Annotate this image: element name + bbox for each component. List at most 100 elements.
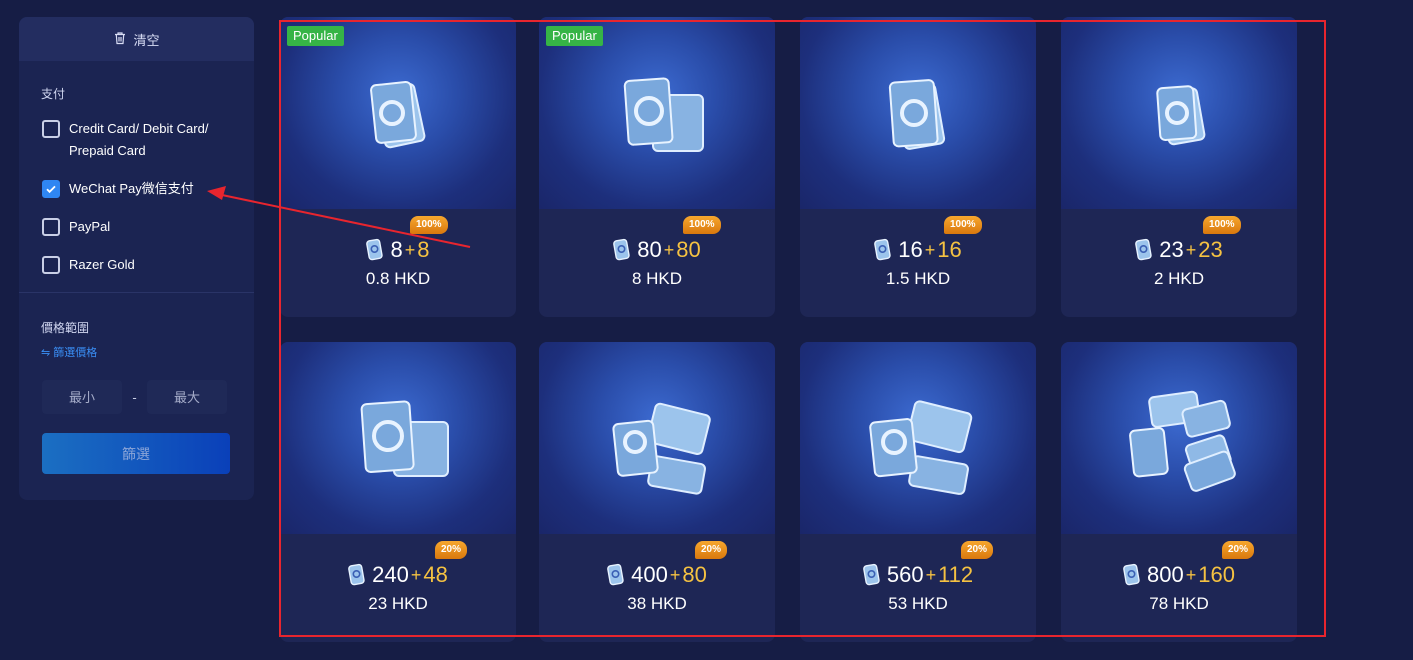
payment-option-label: PayPal: [69, 219, 111, 234]
bonus-amount: 23: [1198, 237, 1223, 262]
filter-sidebar: 清空 支付 Credit Card/ Debit Card/ Prepaid C…: [19, 17, 254, 500]
product-card[interactable]: 20% 800 +160 78 HKD: [1061, 342, 1297, 642]
card-pack-image: [869, 400, 973, 495]
card-currency-icon: [1123, 563, 1140, 586]
payment-option-label: WeChat Pay微信支付: [69, 181, 194, 196]
checkbox[interactable]: [42, 120, 60, 138]
base-amount: 23: [1159, 237, 1184, 262]
product-image: [800, 17, 1036, 209]
plus-sign: +: [404, 239, 416, 260]
checkbox[interactable]: [42, 256, 60, 274]
plus-sign: +: [924, 239, 936, 260]
card-currency-icon: [874, 238, 891, 261]
checkbox[interactable]: [42, 218, 60, 236]
bonus-amount: 80: [676, 237, 701, 262]
card-pack-image: [360, 400, 449, 477]
product-card[interactable]: Popular 100% 8 +8 0.8 HKD: [280, 17, 516, 317]
card-currency-icon: [613, 238, 630, 261]
product-card[interactable]: 100% 16 +16 1.5 HKD: [800, 17, 1036, 317]
popular-badge: Popular: [546, 26, 603, 46]
payment-option-card[interactable]: Credit Card/ Debit Card/ Prepaid Card: [42, 118, 254, 162]
divider: [19, 292, 254, 293]
base-amount: 80: [637, 237, 662, 262]
plus-sign: +: [663, 239, 675, 260]
product-card[interactable]: Popular 100% 80 +80 8 HKD: [539, 17, 775, 317]
product-price: 23 HKD: [368, 594, 428, 613]
base-amount: 16: [898, 237, 923, 262]
trash-icon: [113, 31, 127, 48]
amount-row: 240 +48: [280, 562, 516, 588]
min-price-input[interactable]: [42, 380, 122, 414]
product-image: [1061, 17, 1297, 209]
bonus-percent-tag: 20%: [435, 541, 468, 559]
card-pack-image: [1129, 390, 1236, 492]
payment-option-paypal[interactable]: PayPal: [42, 216, 254, 238]
payment-option-wechat[interactable]: WeChat Pay微信支付: [42, 178, 254, 200]
plus-sign: +: [1185, 239, 1197, 260]
card-pack-image: [612, 402, 711, 495]
base-amount: 800: [1147, 562, 1184, 587]
bonus-amount: 80: [682, 562, 707, 587]
payment-option-label: Credit Card/ Debit Card/ Prepaid Card: [69, 121, 209, 158]
card-currency-icon: [1135, 238, 1152, 261]
product-card[interactable]: 20% 560 +112 53 HKD: [800, 342, 1036, 642]
plus-sign: +: [1185, 564, 1197, 585]
product-price: 8 HKD: [631, 269, 683, 288]
bonus-amount: 160: [1198, 562, 1235, 587]
card-pack-image: [1156, 85, 1206, 146]
base-amount: 400: [631, 562, 668, 587]
base-amount: 560: [886, 562, 924, 587]
product-image: [539, 342, 775, 534]
bonus-amount: 16: [937, 237, 962, 262]
checkbox-checked[interactable]: [42, 180, 60, 198]
product-image: [800, 342, 1036, 534]
product-card[interactable]: 20% 240 +48 23 HKD: [280, 342, 516, 642]
plus-sign: +: [669, 564, 681, 585]
bonus-percent-tag: 100%: [944, 216, 982, 234]
card-currency-icon: [348, 563, 365, 586]
amount-row: 400 +80: [539, 562, 775, 588]
amount-row: 800 +160: [1061, 562, 1297, 588]
payment-section-title: 支付: [41, 87, 66, 101]
product-card[interactable]: 20% 400 +80 38 HKD: [539, 342, 775, 642]
bonus-percent-tag: 100%: [683, 216, 721, 234]
bonus-amount: 112: [938, 562, 974, 587]
amount-row: 80 +80: [539, 237, 775, 263]
product-image: [280, 342, 516, 534]
price-range-row: -: [42, 380, 254, 414]
plus-sign: +: [925, 564, 937, 585]
bonus-percent-tag: 100%: [1203, 216, 1241, 234]
plus-sign: +: [410, 564, 422, 585]
card-currency-icon: [366, 238, 384, 261]
amount-row: 23 +23: [1061, 237, 1297, 263]
product-image: [1061, 342, 1297, 534]
base-amount: 8: [390, 237, 403, 262]
filter-button[interactable]: 篩選: [42, 433, 230, 474]
bonus-amount: 8: [417, 237, 430, 262]
payment-option-razer[interactable]: Razer Gold: [42, 254, 254, 276]
checkmark-icon: [46, 185, 56, 194]
product-price: 0.8 HKD: [365, 269, 431, 288]
bonus-percent-tag: 100%: [410, 216, 448, 234]
amount-row: 16 +16: [800, 237, 1036, 263]
range-separator: -: [132, 389, 137, 405]
product-price: 1.5 HKD: [885, 269, 951, 288]
clear-label: 清空: [133, 32, 160, 48]
card-currency-icon: [862, 563, 880, 586]
max-price-input[interactable]: [147, 380, 227, 414]
product-price: 38 HKD: [627, 594, 687, 613]
popular-badge: Popular: [287, 26, 344, 46]
card-currency-icon: [607, 563, 624, 586]
bonus-amount: 48: [423, 562, 448, 587]
payment-method-list: Credit Card/ Debit Card/ Prepaid Card We…: [42, 118, 254, 276]
product-price: 2 HKD: [1153, 269, 1205, 288]
clear-button[interactable]: 清空: [19, 17, 254, 61]
bonus-percent-tag: 20%: [961, 541, 994, 559]
amount-row: 8 +8: [280, 237, 516, 263]
product-card[interactable]: 100% 23 +23 2 HKD: [1061, 17, 1297, 317]
filter-price-link[interactable]: ⇋ 篩選價格: [41, 344, 254, 360]
amount-row: 560 +112: [800, 562, 1036, 588]
base-amount: 240: [372, 562, 409, 587]
product-price: 53 HKD: [888, 594, 948, 613]
price-range-title: 價格範圍: [41, 321, 90, 335]
